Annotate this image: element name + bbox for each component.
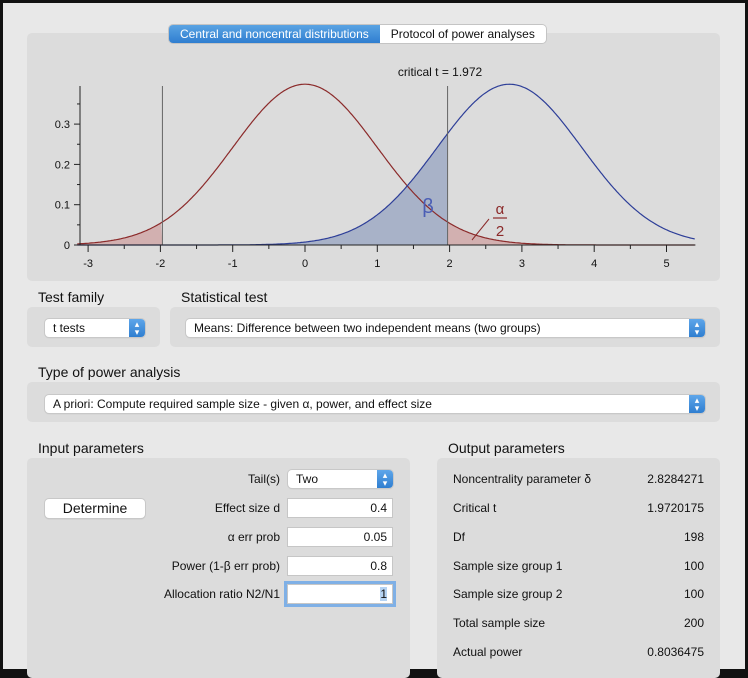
output-value: 200 (683, 616, 704, 630)
test-family-label: Test family (38, 289, 105, 305)
output-value: 0.8036475 (647, 645, 704, 659)
x-tick-label: 3 (519, 258, 525, 270)
test-family-select[interactable]: t tests ▴ ▾ (45, 319, 145, 337)
output-label: Total sample size (453, 616, 546, 630)
chevron-updown-icon: ▴ ▾ (689, 319, 705, 337)
output-label: Sample size group 2 (453, 587, 563, 601)
output-row: Sample size group 1 100 (453, 559, 704, 573)
beta-label: β (422, 196, 434, 218)
critical-t-label: critical t = 1.972 (398, 65, 483, 79)
output-row: Critical t 1.9720175 (453, 501, 704, 515)
alpha-numerator: α (496, 201, 505, 218)
power-input[interactable]: 0.8 (287, 556, 393, 576)
tails-value: Two (296, 472, 319, 486)
input-parameters-title: Input parameters (38, 440, 144, 456)
output-row: Df 198 (453, 530, 704, 544)
tails-label: Tail(s) (248, 472, 280, 486)
alpha-input[interactable]: 0.05 (287, 527, 393, 547)
output-value: 198 (683, 530, 704, 544)
power-analysis-value: A priori: Compute required sample size -… (53, 397, 432, 411)
allocation-label: Allocation ratio N2/N1 (163, 587, 280, 601)
x-tick-label: 2 (447, 258, 453, 270)
chevron-updown-icon: ▴ ▾ (129, 319, 145, 337)
distribution-plot: 0 0.1 0.2 0.3 -3 -2 -1 0 1 2 3 4 5 critical t = 1.97… (55, 65, 696, 270)
chevron-updown-icon: ▴ ▾ (689, 395, 705, 413)
x-tick-label: 5 (663, 258, 669, 270)
output-label: Df (453, 530, 465, 544)
output-row: Sample size group 2 100 (453, 587, 704, 601)
x-tick-label: -2 (156, 258, 166, 270)
output-label: Noncentrality parameter δ (453, 472, 592, 486)
y-tick-label: 0 (64, 240, 70, 252)
output-label: Critical t (453, 501, 497, 515)
x-tick-label: -3 (83, 258, 93, 270)
effect-size-label: Effect size d (214, 501, 280, 515)
x-tick-label: 4 (591, 258, 597, 270)
beta-area (77, 133, 448, 245)
test-family-value: t tests (53, 321, 86, 335)
alpha-label: α err prob (227, 530, 280, 544)
chevron-updown-icon: ▴ ▾ (377, 470, 393, 488)
statistical-test-value: Means: Difference between two independen… (194, 321, 541, 335)
alpha-left-tail-area (77, 222, 163, 245)
power-analysis-select[interactable]: A priori: Compute required sample size -… (45, 395, 705, 413)
output-row: Actual power 0.8036475 (453, 645, 704, 659)
output-label: Sample size group 1 (453, 559, 563, 573)
output-row: Noncentrality parameter δ 2.8284271 (453, 472, 704, 486)
effect-size-input[interactable]: 0.4 (287, 498, 393, 518)
statistical-test-label: Statistical test (181, 289, 268, 305)
output-parameters-title: Output parameters (448, 440, 565, 456)
x-tick-label: -1 (228, 258, 238, 270)
output-label: Actual power (453, 645, 523, 659)
output-value: 100 (683, 559, 704, 573)
y-tick-label: 0.2 (55, 159, 70, 171)
statistical-test-select[interactable]: Means: Difference between two independen… (186, 319, 705, 337)
alpha-denominator: 2 (496, 223, 504, 240)
x-tick-label: 0 (302, 258, 308, 270)
output-value: 2.8284271 (647, 472, 704, 486)
allocation-input[interactable]: 1 (287, 584, 393, 604)
y-tick-label: 0.3 (55, 119, 70, 131)
allocation-value: 1 (380, 587, 387, 601)
power-analysis-label: Type of power analysis (38, 364, 181, 380)
y-tick-label: 0.1 (55, 200, 70, 212)
tails-select[interactable]: Two ▴ ▾ (288, 470, 393, 488)
output-row: Total sample size 200 (453, 616, 704, 630)
output-value: 100 (683, 587, 704, 601)
x-tick-label: 1 (374, 258, 380, 270)
power-label: Power (1-β err prob) (171, 559, 280, 573)
output-value: 1.9720175 (647, 501, 704, 515)
